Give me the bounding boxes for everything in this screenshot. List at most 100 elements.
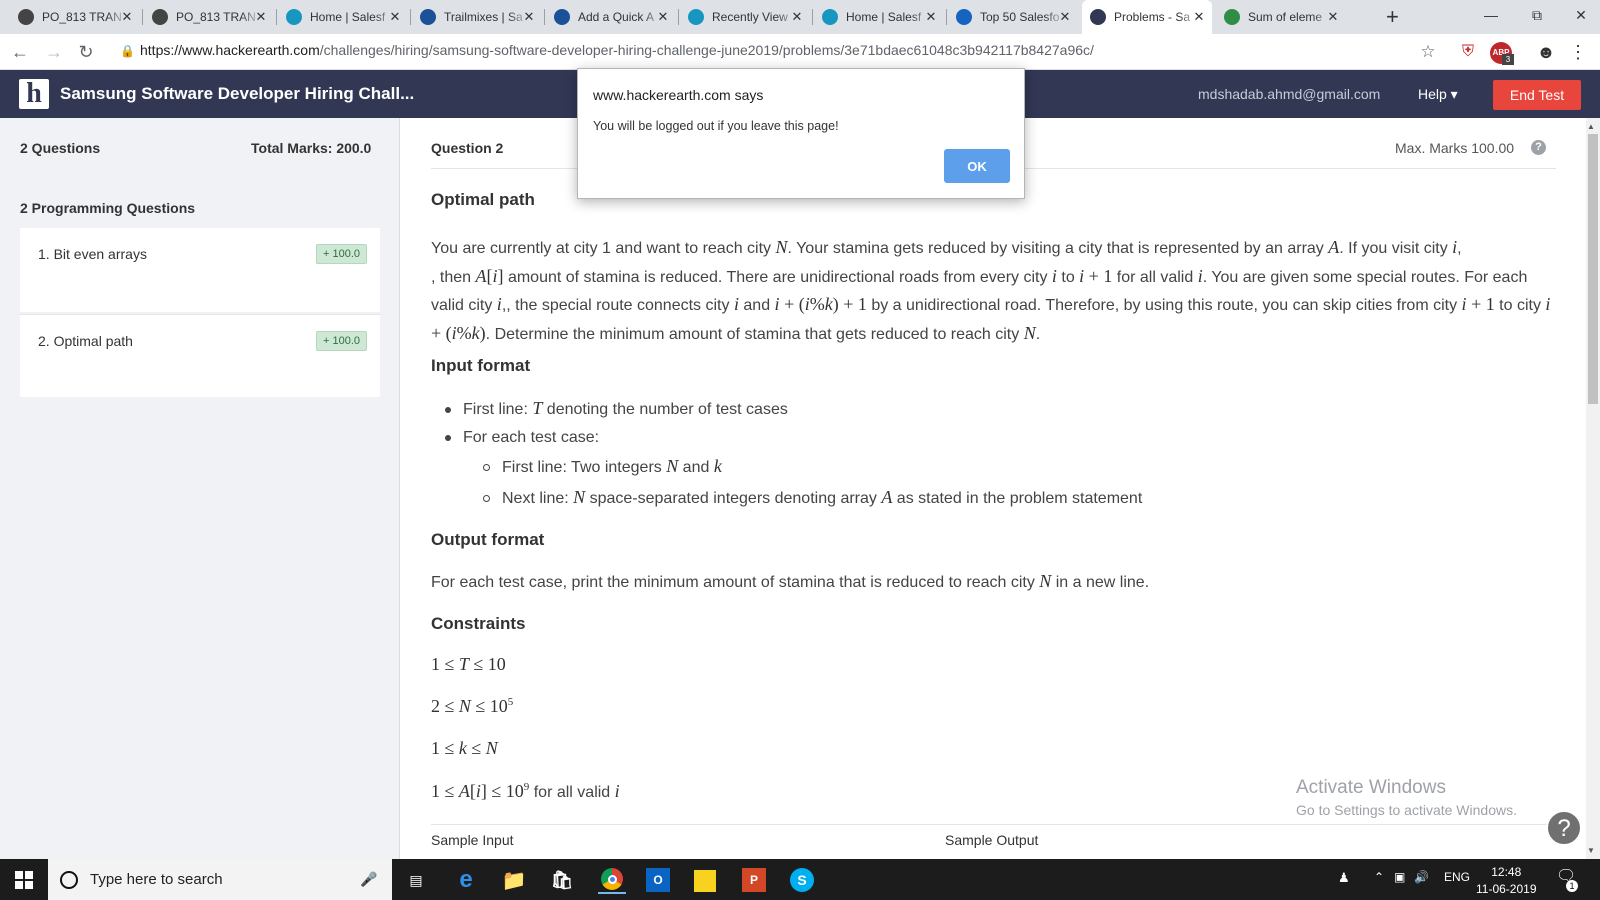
close-tab-icon[interactable]: ✕ bbox=[388, 9, 402, 25]
edureka-icon bbox=[956, 9, 972, 25]
tab-separator bbox=[142, 9, 143, 25]
bookmark-star-icon[interactable]: ☆ bbox=[1416, 40, 1440, 64]
constraint-k: 1 ≤ k ≤ N bbox=[431, 738, 498, 758]
help-menu[interactable]: Help ▾ bbox=[1418, 86, 1458, 103]
restore-icon[interactable]: ⧉ bbox=[1514, 0, 1560, 30]
tab-title: Add a Quick A bbox=[578, 10, 655, 24]
forward-icon[interactable]: → bbox=[42, 40, 66, 64]
end-test-button[interactable]: End Test bbox=[1493, 80, 1581, 110]
browser-tab[interactable]: Trailmixes | Sa ✕ bbox=[412, 0, 542, 34]
url-path: /challenges/hiring/samsung-software-deve… bbox=[319, 42, 1094, 58]
scroll-down-icon[interactable]: ▼ bbox=[1587, 846, 1595, 855]
edge-icon[interactable]: e bbox=[452, 866, 480, 894]
output-format-text: For each test case, print the minimum am… bbox=[431, 571, 1150, 591]
hackerearth-logo[interactable]: h bbox=[19, 79, 49, 109]
show-hidden-icons-chevron-icon[interactable]: ⌃ bbox=[1374, 870, 1384, 884]
browser-tab[interactable]: Sum of eleme ✕ bbox=[1216, 0, 1346, 34]
chrome-icon[interactable] bbox=[598, 866, 626, 894]
tab-title: PO_813 TRAN bbox=[176, 10, 256, 24]
salesforce-cloud-icon bbox=[822, 9, 838, 25]
system-clock[interactable]: 12:48 11-06-2019 bbox=[1476, 864, 1537, 898]
new-tab-button[interactable]: + bbox=[1386, 4, 1399, 30]
github-icon bbox=[18, 9, 34, 25]
tab-separator bbox=[410, 9, 411, 25]
github-icon bbox=[152, 9, 168, 25]
url-host: https://www.hackerearth.com bbox=[140, 42, 320, 58]
browser-tab[interactable]: Recently View ✕ bbox=[680, 0, 810, 34]
close-tab-icon[interactable]: ✕ bbox=[924, 9, 938, 25]
browser-toolbar: ← → ↻ 🔒 https://www.hackerearth.com/chal… bbox=[0, 34, 1600, 70]
network-icon[interactable]: ▣ bbox=[1394, 870, 1405, 884]
address-bar[interactable]: https://www.hackerearth.com/challenges/h… bbox=[140, 42, 1094, 58]
tab-separator bbox=[544, 9, 545, 25]
notification-count-badge: 1 bbox=[1566, 880, 1578, 892]
close-tab-icon[interactable]: ✕ bbox=[656, 9, 670, 25]
problem-title: Optimal path bbox=[431, 190, 535, 209]
close-tab-icon[interactable]: ✕ bbox=[1058, 9, 1072, 25]
section-title: 2 Programming Questions bbox=[20, 200, 196, 216]
sticky-notes-icon[interactable] bbox=[694, 870, 716, 892]
mcafee-shield-icon[interactable]: ⛨ bbox=[1456, 40, 1480, 64]
microphone-icon[interactable]: 🎤 bbox=[360, 871, 377, 888]
scrollbar-thumb[interactable] bbox=[1588, 134, 1598, 404]
tab-title: Trailmixes | Sa bbox=[444, 10, 523, 24]
watermark-title: Activate Windows bbox=[1296, 777, 1446, 798]
people-icon[interactable]: ♟ bbox=[1338, 870, 1350, 886]
close-tab-icon[interactable]: ✕ bbox=[522, 9, 536, 25]
question-title: 1. Bit even arrays bbox=[38, 246, 147, 262]
close-tab-icon[interactable]: ✕ bbox=[790, 9, 804, 25]
ok-button[interactable]: OK bbox=[944, 149, 1010, 183]
tab-separator bbox=[276, 9, 277, 25]
lock-icon: 🔒 bbox=[120, 44, 135, 58]
scroll-up-icon[interactable]: ▲ bbox=[1587, 122, 1595, 131]
adblock-badge: 3 bbox=[1502, 54, 1514, 65]
user-email[interactable]: mdshadab.ahmd@gmail.com bbox=[1198, 86, 1380, 102]
questions-sidebar: 2 Questions Total Marks: 200.0 2 Program… bbox=[0, 118, 400, 859]
browser-tab[interactable]: PO_813 TRAN ✕ bbox=[144, 0, 274, 34]
question-card-1[interactable]: 1. Bit even arrays + 100.0 bbox=[20, 228, 380, 312]
question-marks-badge: + 100.0 bbox=[316, 244, 368, 264]
skype-icon[interactable]: S bbox=[790, 868, 814, 892]
input-format-heading: Input format bbox=[431, 356, 531, 375]
close-tab-icon[interactable]: ✕ bbox=[120, 9, 134, 25]
menu-kebab-icon[interactable]: ⋮ bbox=[1566, 40, 1590, 64]
clock-date: 11-06-2019 bbox=[1476, 882, 1537, 896]
close-tab-icon[interactable]: ✕ bbox=[1192, 9, 1206, 25]
store-icon[interactable]: 🛍 bbox=[548, 866, 576, 894]
browser-tab[interactable]: Home | Salesf ✕ bbox=[814, 0, 944, 34]
task-view-icon[interactable]: ▤ bbox=[402, 866, 430, 894]
question-marks-badge: + 100.0 bbox=[316, 331, 368, 351]
browser-tab[interactable]: PO_813 TRAN ✕ bbox=[10, 0, 140, 34]
tab-title: Top 50 Salesfo bbox=[980, 10, 1060, 24]
salesforce-cloud-icon bbox=[688, 9, 704, 25]
volume-icon[interactable]: 🔊 bbox=[1414, 870, 1429, 884]
reload-icon[interactable]: ↻ bbox=[74, 40, 98, 64]
tab-title: Recently View bbox=[712, 10, 788, 24]
leave-page-dialog: www.hackerearth.com says You will be log… bbox=[577, 68, 1025, 199]
back-icon[interactable]: ← bbox=[8, 40, 32, 64]
problem-panel: Question 2 Max. Marks 100.00 ? Optimal p… bbox=[401, 118, 1586, 859]
output-format-heading: Output format bbox=[431, 530, 545, 549]
close-tab-icon[interactable]: ✕ bbox=[1326, 9, 1340, 25]
question-card-2[interactable]: 2. Optimal path + 100.0 bbox=[20, 314, 380, 397]
tab-title: Home | Salesf bbox=[310, 10, 386, 24]
help-fab-icon[interactable]: ? bbox=[1546, 810, 1582, 846]
browser-tab[interactable]: Home | Salesf ✕ bbox=[278, 0, 408, 34]
info-icon[interactable]: ? bbox=[1531, 140, 1546, 155]
browser-tab[interactable]: Add a Quick A ✕ bbox=[546, 0, 676, 34]
profile-icon[interactable]: ☻ bbox=[1534, 40, 1558, 64]
taskbar-search-box[interactable]: Type here to search 🎤 bbox=[48, 859, 392, 900]
language-indicator[interactable]: ENG bbox=[1444, 870, 1470, 884]
file-explorer-icon[interactable]: 📁 bbox=[500, 866, 528, 894]
browser-tab[interactable]: Top 50 Salesfo ✕ bbox=[948, 0, 1078, 34]
powerpoint-icon[interactable]: P bbox=[742, 868, 766, 892]
hackerearth-icon bbox=[1090, 9, 1106, 25]
input-item-1: First line: T denoting the number of tes… bbox=[445, 398, 788, 419]
windows-start-icon[interactable] bbox=[0, 859, 48, 900]
constraints-heading: Constraints bbox=[431, 614, 526, 633]
close-tab-icon[interactable]: ✕ bbox=[254, 9, 268, 25]
outlook-icon[interactable]: O bbox=[646, 868, 670, 892]
close-window-icon[interactable]: ✕ bbox=[1558, 0, 1600, 30]
minimize-icon[interactable]: — bbox=[1468, 0, 1514, 30]
browser-tab[interactable]: Problems - Sa ✕ bbox=[1082, 0, 1212, 34]
